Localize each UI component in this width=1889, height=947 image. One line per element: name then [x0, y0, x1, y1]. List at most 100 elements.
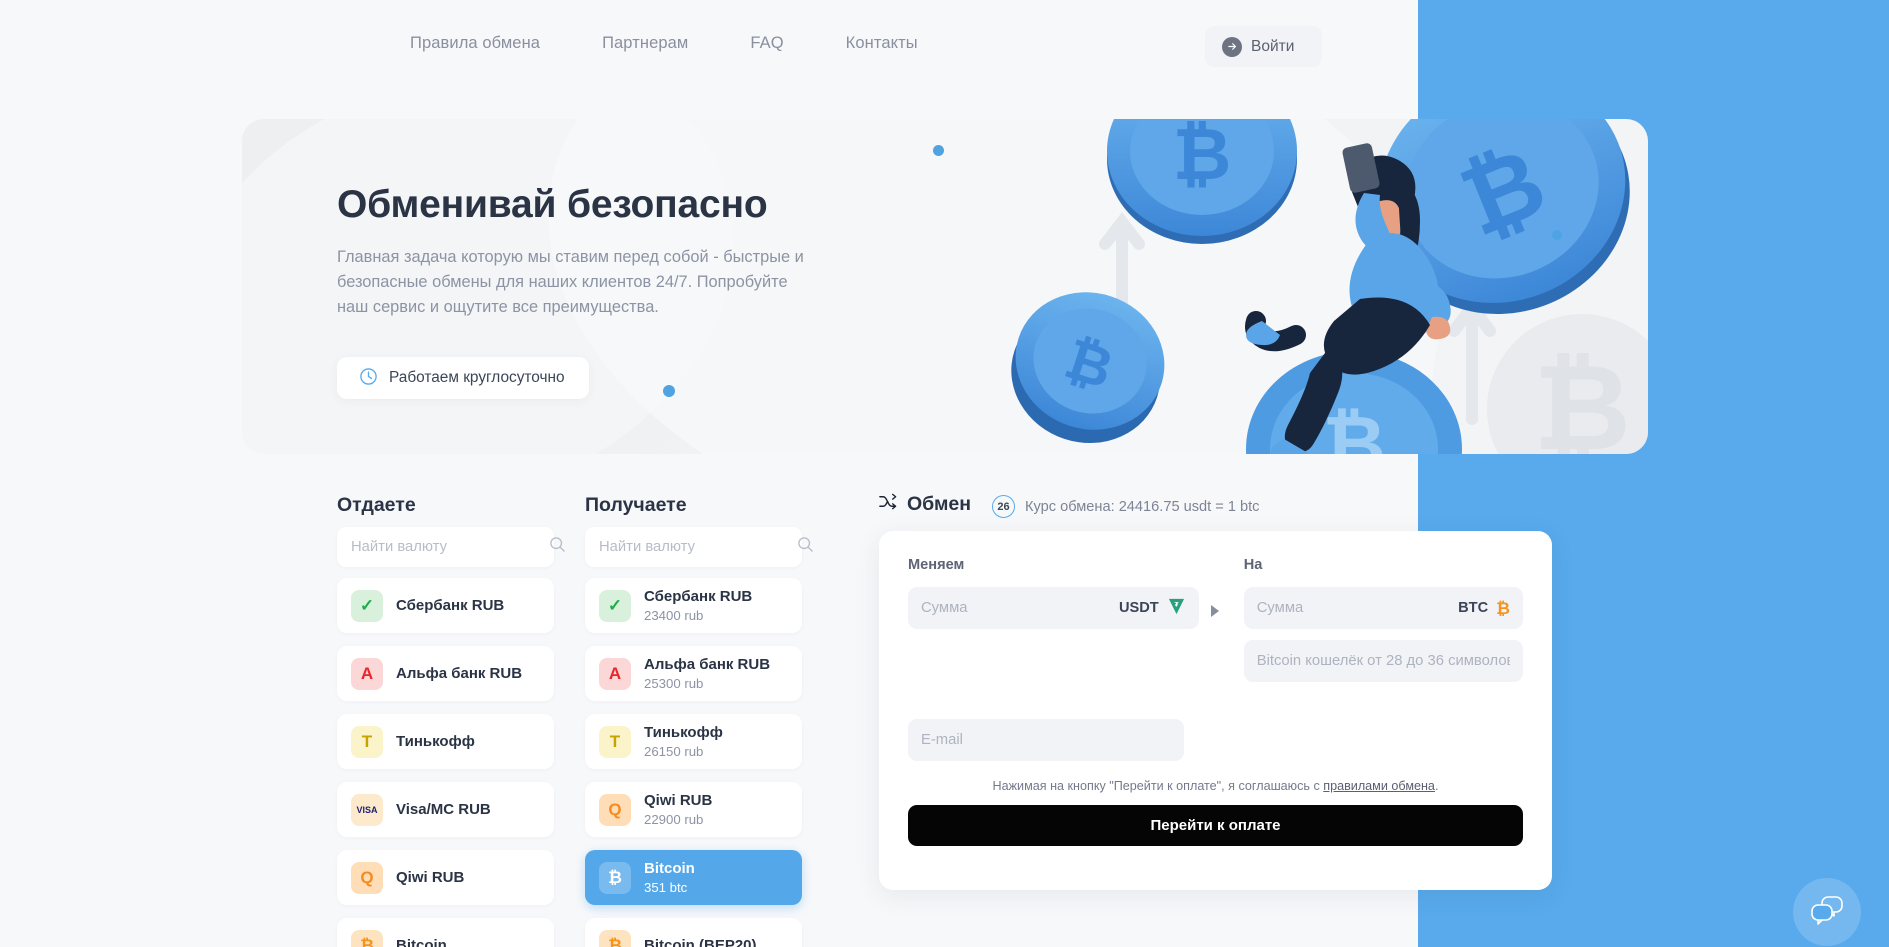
exchange-form-card: Меняем USDT ₮ На BTC [879, 531, 1552, 890]
alfabank-icon: A [351, 657, 383, 690]
chat-bubbles-icon [1810, 895, 1844, 930]
get-currency-list: ✓ Сбербанк RUB 23400 rub A Альфа банк RUB 253… [585, 578, 802, 947]
decorative-dot-2 [1552, 230, 1562, 240]
currency-texts: Тинькофф [396, 733, 475, 750]
currency-name: Bitcoin [396, 936, 447, 947]
give-search-input[interactable] [351, 539, 549, 555]
get-search-input[interactable] [599, 539, 797, 555]
sberbank-icon: ✓ [351, 589, 383, 622]
currency-name: Тинькофф [644, 723, 723, 741]
from-amount-input[interactable] [921, 600, 1119, 616]
bitcoin-icon: ₿ [599, 861, 631, 894]
email-input[interactable] [921, 732, 1171, 748]
qiwi-icon: Q [351, 861, 383, 894]
to-amount-input[interactable] [1256, 600, 1459, 616]
currency-name: Qiwi RUB [396, 868, 465, 886]
give-search-box[interactable] [337, 527, 565, 567]
currency-name: Сбербанк RUB [644, 587, 753, 605]
bitcoin-icon: ₿ [599, 929, 631, 947]
currency-name: Bitcoin (BEP20) [644, 936, 757, 947]
currency-texts: Bitcoin [396, 937, 447, 947]
wallet-address-input[interactable] [1256, 653, 1510, 669]
wallet-address-field[interactable] [1243, 640, 1523, 682]
currency-amount: 23400 rub [644, 608, 704, 624]
email-field[interactable] [908, 719, 1184, 761]
decorative-dot-1 [933, 145, 944, 156]
from-label: Меняем [908, 557, 965, 573]
give-currency-item[interactable]: ₿ Bitcoin [337, 918, 554, 947]
to-label: На [1243, 557, 1263, 573]
chat-widget-button[interactable] [1793, 878, 1861, 946]
24-7-badge-button[interactable]: Работаем круглосуточно [337, 357, 589, 399]
get-currency-item[interactable]: ₿ Bitcoin 351 btc [585, 850, 802, 905]
tinkoff-icon: Т [599, 725, 631, 758]
to-amount-field[interactable]: BTC ₿ [1243, 587, 1523, 629]
currency-amount: 26150 rub [644, 744, 704, 760]
give-currency-item[interactable]: A Альфа банк RUB [337, 646, 554, 701]
exchange-rate-text: Курс обмена: 24416.75 usdt = 1 btc [1025, 498, 1260, 515]
tether-icon: ₮ [1167, 597, 1186, 620]
arrow-right-circle-icon [1222, 36, 1242, 57]
give-currency-item[interactable]: Q Qiwi RUB [337, 850, 554, 905]
give-column-heading: Отдаете [337, 494, 416, 516]
site-header: Правила обмена Партнерам FAQ Контакты Во… [0, 0, 1889, 98]
search-icon[interactable] [549, 536, 566, 558]
give-currency-item[interactable]: Т Тинькофф [337, 714, 554, 769]
currency-texts: Bitcoin 351 btc [644, 860, 695, 895]
alfabank-icon: A [599, 657, 631, 690]
qiwi-icon: Q [599, 793, 631, 826]
login-button[interactable]: Войти [1205, 26, 1322, 67]
search-icon[interactable] [797, 536, 814, 558]
get-search-box[interactable] [585, 527, 813, 567]
visa-mastercard-icon: VISA [351, 793, 383, 826]
swap-header[interactable]: Обмен [878, 492, 971, 516]
currency-amount: 22900 rub [644, 812, 704, 828]
currency-name: Qiwi RUB [644, 791, 713, 809]
svg-text:₮: ₮ [1174, 601, 1178, 608]
disclaimer-suffix: . [1434, 779, 1439, 793]
hero-subtitle: Главная задача которую мы ставим перед с… [337, 248, 804, 316]
currency-texts: Тинькофф 26150 rub [644, 724, 723, 759]
hero-illustration: ₿ ₿ ₿ ₿ ₿ [1002, 119, 1648, 454]
nav-item-contacts[interactable]: Контакты [846, 34, 918, 53]
direction-arrow-icon [1211, 605, 1219, 617]
exchange-rules-link[interactable]: правилами обмена [1323, 779, 1435, 793]
bitcoin-icon: ₿ [351, 929, 383, 947]
nav-item-faq[interactable]: FAQ [750, 34, 783, 53]
currency-name: Visa/MC RUB [396, 800, 491, 818]
nav-item-rules[interactable]: Правила обмена [410, 34, 540, 53]
clock-icon [359, 367, 378, 389]
currency-texts: Qiwi RUB 22900 rub [644, 792, 712, 827]
to-currency-tag: BTC ₿ [1458, 600, 1510, 617]
main-navigation: Правила обмена Партнерам FAQ Контакты [410, 34, 918, 53]
get-currency-item[interactable]: A Альфа банк RUB 25300 rub [585, 646, 802, 701]
currency-name: Bitcoin [644, 859, 695, 877]
get-currency-item[interactable]: Q Qiwi RUB 22900 rub [585, 782, 802, 837]
get-currency-item[interactable]: ₿ Bitcoin (BEP20) [585, 918, 802, 947]
give-currency-item[interactable]: VISA Visa/MC RUB [337, 782, 554, 837]
bitcoin-icon: ₿ [1496, 598, 1510, 618]
email-row [908, 719, 1523, 761]
nav-item-partners[interactable]: Партнерам [602, 34, 688, 53]
currency-texts: Qiwi RUB [396, 869, 464, 886]
proceed-to-payment-button[interactable]: Перейти к оплате [908, 805, 1523, 846]
decorative-dot-3 [663, 385, 675, 397]
from-amount-field[interactable]: USDT ₮ [908, 587, 1199, 629]
hero-title: Обменивай безопасно [337, 183, 768, 226]
svg-text:₿: ₿ [1173, 119, 1232, 195]
from-currency-label: USDT [1119, 600, 1159, 616]
disclaimer-prefix: Нажимая на кнопку "Перейти к оплате", я … [992, 779, 1324, 793]
svg-text:₿: ₿ [1322, 400, 1386, 454]
to-currency-label: BTC [1458, 600, 1489, 616]
currency-amount: 25300 rub [644, 676, 704, 692]
currency-amount: 351 btc [644, 880, 688, 896]
sberbank-icon: ✓ [599, 589, 631, 622]
from-currency-tag: USDT ₮ [1119, 597, 1186, 620]
currency-texts: Сбербанк RUB [396, 597, 504, 614]
get-column-heading: Получаете [585, 494, 687, 516]
currency-texts: Bitcoin (BEP20) [644, 937, 757, 947]
rate-timer-badge: 26 [992, 495, 1015, 518]
get-currency-item[interactable]: Т Тинькофф 26150 rub [585, 714, 802, 769]
get-currency-item[interactable]: ✓ Сбербанк RUB 23400 rub [585, 578, 802, 633]
give-currency-item[interactable]: ✓ Сбербанк RUB [337, 578, 554, 633]
